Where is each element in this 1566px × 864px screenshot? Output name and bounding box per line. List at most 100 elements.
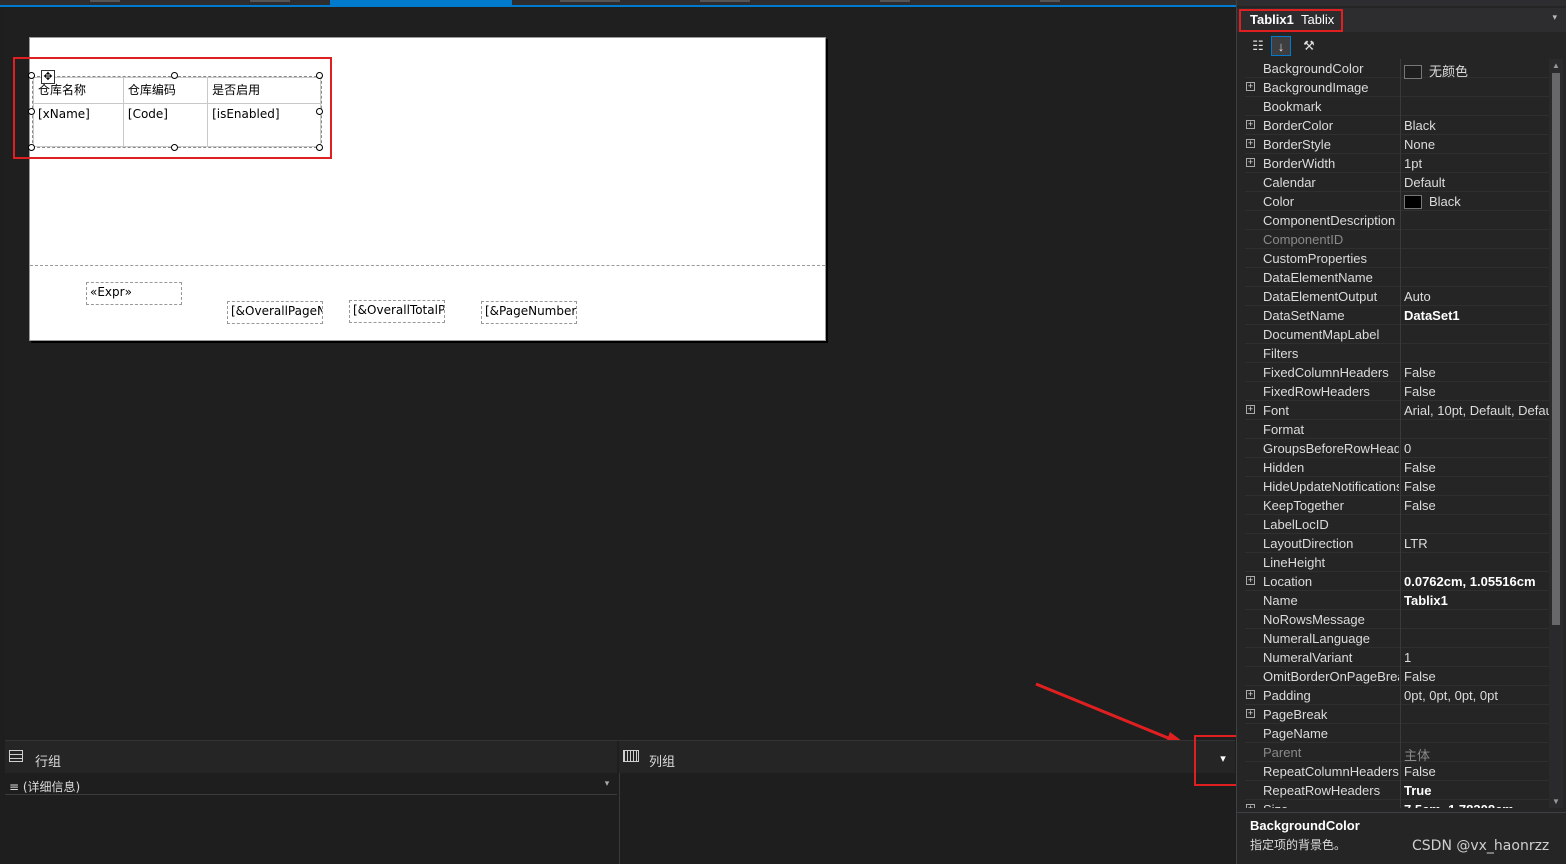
property-row[interactable]: BackgroundColor 无颜色 <box>1245 59 1549 79</box>
property-row[interactable]: Filters <box>1245 344 1549 363</box>
property-row[interactable]: Calendar Default <box>1245 173 1549 192</box>
property-value[interactable]: None <box>1404 137 1549 152</box>
scrollbar-thumb[interactable] <box>1552 73 1560 625</box>
property-row[interactable]: Hidden False <box>1245 458 1549 477</box>
property-value[interactable]: False <box>1404 479 1549 494</box>
property-row[interactable]: + Size 7.5cm, 1.78308cm <box>1245 800 1549 808</box>
property-value[interactable]: LTR <box>1404 536 1549 551</box>
property-value[interactable]: 0.0762cm, 1.05516cm <box>1404 574 1549 589</box>
alphabetical-icon[interactable]: ↓ <box>1271 36 1291 56</box>
expand-plus-icon[interactable]: + <box>1246 804 1255 808</box>
row-group-item-details[interactable]: ≡ (详细信息) ▾ <box>5 775 617 795</box>
expand-plus-icon[interactable]: + <box>1246 82 1255 91</box>
property-row[interactable]: DocumentMapLabel <box>1245 325 1549 344</box>
property-row[interactable]: PageName <box>1245 724 1549 743</box>
group-pane-splitter[interactable] <box>619 773 620 864</box>
property-value[interactable]: Default <box>1404 175 1549 190</box>
property-row[interactable]: Color Black <box>1245 192 1549 211</box>
property-value[interactable]: 0pt, 0pt, 0pt, 0pt <box>1404 688 1549 703</box>
property-row[interactable]: + BorderStyle None <box>1245 135 1549 154</box>
property-row[interactable]: + BorderColor Black <box>1245 116 1549 135</box>
property-row[interactable]: CustomProperties <box>1245 249 1549 268</box>
report-design-surface[interactable]: 仓库名称 仓库编码 是否启用 [xName] [Code] [isEnabled… <box>5 7 1235 740</box>
property-row[interactable]: + Location 0.0762cm, 1.05516cm <box>1245 572 1549 591</box>
property-row[interactable]: FixedColumnHeaders False <box>1245 363 1549 382</box>
property-row[interactable]: LabelLocID <box>1245 515 1549 534</box>
property-row[interactable]: Format <box>1245 420 1549 439</box>
property-row[interactable]: KeepTogether False <box>1245 496 1549 515</box>
property-column-divider <box>1400 439 1401 458</box>
property-row[interactable]: Name Tablix1 <box>1245 591 1549 610</box>
scroll-down-icon[interactable]: ▼ <box>1552 797 1560 806</box>
property-value-text: Arial, 10pt, Default, Default <box>1404 403 1549 418</box>
expand-plus-icon[interactable]: + <box>1246 690 1255 699</box>
categorized-icon[interactable]: ☷ <box>1248 36 1268 56</box>
property-name: ComponentDescription <box>1263 213 1396 228</box>
property-value[interactable]: False <box>1404 669 1549 684</box>
property-row[interactable]: Parent 主体 <box>1245 743 1549 763</box>
expand-plus-icon[interactable]: + <box>1246 158 1255 167</box>
property-row[interactable]: DataElementName <box>1245 268 1549 287</box>
property-value-text: Auto <box>1404 289 1431 304</box>
property-row[interactable]: + BorderWidth 1pt <box>1245 154 1549 173</box>
property-grid[interactable]: BackgroundColor 无颜色 + BackgroundImage Bookma… <box>1245 59 1549 808</box>
property-value[interactable]: 0 <box>1404 441 1549 456</box>
wrench-icon[interactable]: ⚒ <box>1299 36 1319 56</box>
property-row[interactable]: HideUpdateNotifications False <box>1245 477 1549 496</box>
property-row[interactable]: NumeralVariant 1 <box>1245 648 1549 667</box>
chevron-down-icon[interactable]: ▾ <box>1552 12 1557 23</box>
document-tab-strip <box>0 0 1236 7</box>
property-row[interactable]: OmitBorderOnPageBreak False <box>1245 667 1549 686</box>
property-name: Bookmark <box>1263 99 1322 114</box>
property-grid-scrollbar[interactable]: ▲ ▼ <box>1549 59 1563 808</box>
expand-plus-icon[interactable]: + <box>1246 709 1255 718</box>
chevron-down-icon[interactable]: ▾ <box>601 779 613 791</box>
property-row[interactable]: + BackgroundImage <box>1245 78 1549 97</box>
property-row[interactable]: RepeatRowHeaders True <box>1245 781 1549 800</box>
page-number-textbox[interactable]: [&PageNumber <box>481 301 577 324</box>
overall-page-number-textbox[interactable]: [&OverallPageN <box>227 301 323 324</box>
property-column-divider <box>1400 363 1401 382</box>
property-row[interactable]: ComponentDescription <box>1245 211 1549 230</box>
property-value[interactable]: Arial, 10pt, Default, Default <box>1404 403 1549 418</box>
expr-textbox[interactable]: «Expr» <box>86 282 182 305</box>
property-value[interactable]: False <box>1404 460 1549 475</box>
property-row[interactable]: DataElementOutput Auto <box>1245 287 1549 306</box>
property-row[interactable]: Bookmark <box>1245 97 1549 116</box>
property-value[interactable]: False <box>1404 365 1549 380</box>
property-row[interactable]: ComponentID <box>1245 230 1549 249</box>
property-row[interactable]: DataSetName DataSet1 <box>1245 306 1549 325</box>
property-value[interactable]: 1pt <box>1404 156 1549 171</box>
property-value[interactable]: 7.5cm, 1.78308cm <box>1404 802 1549 808</box>
active-document-tab[interactable] <box>330 0 512 5</box>
property-row[interactable]: NumeralLanguage <box>1245 629 1549 648</box>
property-row[interactable]: LayoutDirection LTR <box>1245 534 1549 553</box>
overall-total-pages-textbox[interactable]: [&OverallTotalP <box>349 300 445 323</box>
expand-plus-icon[interactable]: + <box>1246 405 1255 414</box>
property-value[interactable]: Black <box>1404 194 1549 209</box>
property-value[interactable]: True <box>1404 783 1549 798</box>
property-value[interactable]: Tablix1 <box>1404 593 1549 608</box>
property-row[interactable]: RepeatColumnHeaders False <box>1245 762 1549 781</box>
property-row[interactable]: GroupsBeforeRowHeaders 0 <box>1245 439 1549 458</box>
property-name: NumeralLanguage <box>1263 631 1370 646</box>
page-footer[interactable]: «Expr» [&OverallPageN [&OverallTotalP [&… <box>30 266 825 340</box>
property-value[interactable]: False <box>1404 764 1549 779</box>
property-row[interactable]: NoRowsMessage <box>1245 610 1549 629</box>
property-row[interactable]: LineHeight <box>1245 553 1549 572</box>
property-value[interactable]: DataSet1 <box>1404 308 1549 323</box>
scroll-up-icon[interactable]: ▲ <box>1552 61 1560 70</box>
expand-plus-icon[interactable]: + <box>1246 120 1255 129</box>
property-row[interactable]: + Padding 0pt, 0pt, 0pt, 0pt <box>1245 686 1549 705</box>
property-value[interactable]: False <box>1404 498 1549 513</box>
property-row[interactable]: + PageBreak <box>1245 705 1549 724</box>
expand-plus-icon[interactable]: + <box>1246 576 1255 585</box>
property-value[interactable]: Black <box>1404 118 1549 133</box>
property-row[interactable]: + Font Arial, 10pt, Default, Default <box>1245 401 1549 420</box>
property-row[interactable]: FixedRowHeaders False <box>1245 382 1549 401</box>
expand-plus-icon[interactable]: + <box>1246 139 1255 148</box>
property-value[interactable]: 1 <box>1404 650 1549 665</box>
properties-object-selector[interactable]: Tablix1 Tablix ▾ <box>1237 8 1566 32</box>
property-value[interactable]: False <box>1404 384 1549 399</box>
property-value[interactable]: Auto <box>1404 289 1549 304</box>
